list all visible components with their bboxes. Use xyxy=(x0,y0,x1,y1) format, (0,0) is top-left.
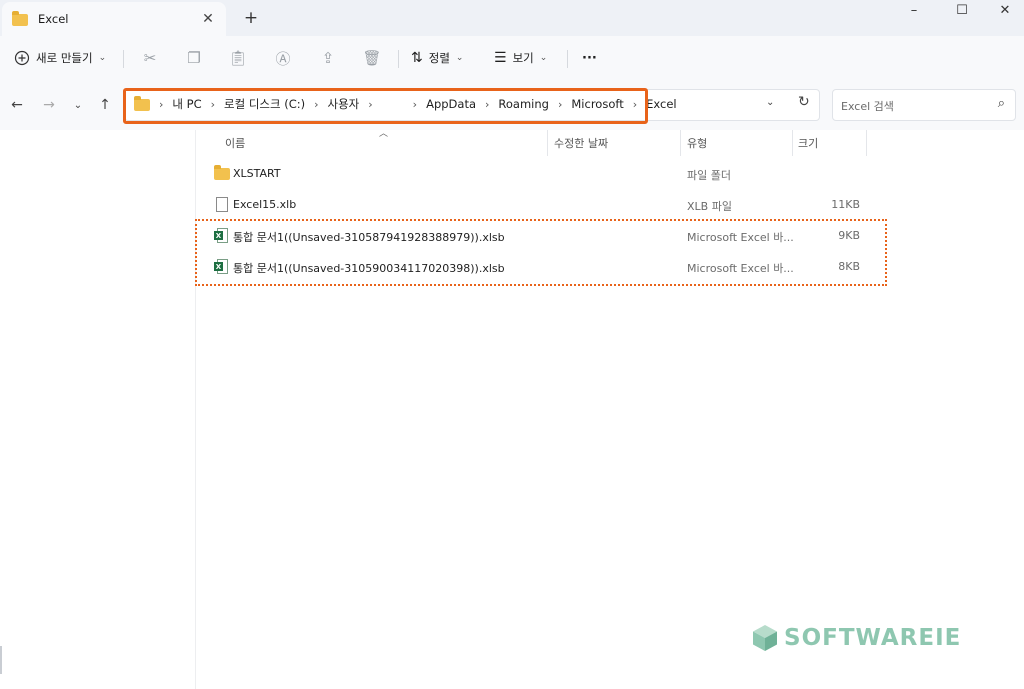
chevron-down-icon: ⌄ xyxy=(539,53,548,63)
address-highlight-box xyxy=(123,88,648,124)
sort-button-label: 정렬 xyxy=(428,51,450,65)
chevron-down-icon: ⌄ xyxy=(455,53,464,63)
close-window-button[interactable]: ✕ xyxy=(983,0,1024,20)
watermark-text: SOFTWAREIE xyxy=(784,625,962,651)
folder-icon xyxy=(214,165,230,182)
unsaved-files-highlight xyxy=(195,219,887,286)
view-button-label: 보기 xyxy=(512,51,534,65)
cut-icon[interactable]: ✂ xyxy=(136,44,164,72)
back-arrow-icon[interactable]: ← xyxy=(6,94,28,116)
address-row: ← → ⌄ ↑ › 내 PC › 로컬 디스크 (C:) › 사용자 › › A… xyxy=(0,80,1024,130)
up-arrow-icon[interactable]: ↑ xyxy=(94,94,116,116)
search-placeholder: Excel 검색 xyxy=(841,100,894,113)
close-tab-icon[interactable]: ✕ xyxy=(198,9,218,29)
add-circle-icon xyxy=(14,50,30,66)
sort-button[interactable]: ⇅ 정렬 ⌄ xyxy=(411,44,463,72)
file-type: XLB 파일 xyxy=(687,200,732,213)
file-icon xyxy=(214,197,230,213)
rename-icon[interactable]: Ⓐ xyxy=(269,44,297,72)
delete-icon[interactable]: 🗑︎ xyxy=(358,44,386,72)
chevron-down-icon: ⌄ xyxy=(98,53,107,63)
list-item[interactable]: Excel15.xlb XLB 파일 11KB xyxy=(204,191,882,219)
address-dropdown-icon[interactable]: ⌄ xyxy=(766,97,774,108)
column-divider[interactable] xyxy=(866,130,867,156)
tab-excel[interactable]: Excel ✕ xyxy=(2,2,226,36)
file-size: 11KB xyxy=(831,198,860,211)
column-header-type[interactable]: 유형 xyxy=(687,132,707,154)
navigation-pane[interactable] xyxy=(0,130,196,689)
sort-icon: ⇅ xyxy=(411,50,423,66)
file-name: Excel15.xlb xyxy=(233,198,297,211)
column-divider[interactable] xyxy=(792,130,793,156)
column-divider[interactable] xyxy=(547,130,548,156)
folder-icon xyxy=(12,11,28,26)
column-header-modified[interactable]: 수정한 날짜 xyxy=(554,132,608,154)
column-divider[interactable] xyxy=(680,130,681,156)
file-type: 파일 폴더 xyxy=(687,169,731,182)
search-icon[interactable]: ⌕ xyxy=(998,96,1005,111)
forward-arrow-icon[interactable]: → xyxy=(38,94,60,116)
column-header-size[interactable]: 크기 xyxy=(798,132,818,154)
pane-scroll-marker xyxy=(0,646,2,674)
column-header-name[interactable]: 이름 xyxy=(225,132,245,154)
recent-dropdown-icon[interactable]: ⌄ xyxy=(67,94,89,116)
tab-title: Excel xyxy=(38,12,69,26)
paste-icon[interactable]: 📋︎ xyxy=(224,44,252,72)
divider xyxy=(398,50,399,68)
more-options-button[interactable]: ··· xyxy=(582,44,597,72)
view-button[interactable]: ☰ 보기 ⌄ xyxy=(494,44,547,72)
minimize-button[interactable]: – xyxy=(892,0,936,20)
share-icon[interactable]: ⇪ xyxy=(314,44,342,72)
new-button-label: 새로 만들기 xyxy=(36,51,93,65)
new-button[interactable]: 새로 만들기 ⌄ xyxy=(14,44,106,72)
divider xyxy=(567,50,568,68)
command-bar: 새로 만들기 ⌄ ✂ ❐ 📋︎ Ⓐ ⇪ 🗑︎ ⇅ 정렬 ⌄ ☰ 보기 ⌄ ··· xyxy=(0,36,1024,80)
maximize-button[interactable]: ☐ xyxy=(940,0,984,20)
list-item[interactable]: XLSTART 파일 폴더 xyxy=(204,160,882,188)
watermark-logo: SOFTWAREIE xyxy=(752,624,961,652)
new-tab-button[interactable]: + xyxy=(238,6,264,30)
divider xyxy=(123,50,124,68)
title-bar: Excel ✕ + – ☐ ✕ xyxy=(0,0,1024,36)
cube-logo-icon xyxy=(753,625,777,651)
crumb-excel[interactable]: Excel xyxy=(646,97,676,111)
sort-ascending-icon: ︿ xyxy=(379,129,389,139)
file-name: XLSTART xyxy=(233,167,281,180)
search-input[interactable]: Excel 검색 ⌕ xyxy=(832,89,1016,121)
refresh-icon[interactable]: ↻ xyxy=(798,94,810,110)
copy-icon[interactable]: ❐ xyxy=(180,44,208,72)
view-icon: ☰ xyxy=(494,50,507,66)
